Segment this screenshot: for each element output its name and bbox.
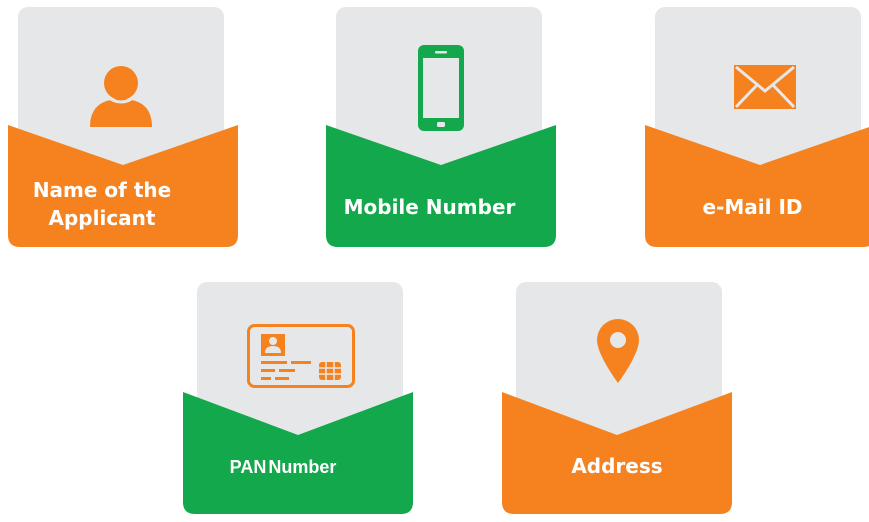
envelope-icon [734,65,796,113]
card-label: Address [571,454,663,478]
id-card-icon [247,324,355,392]
card-envelope-shape [502,282,732,514]
card-envelope-shape [183,282,413,514]
card-pan-number: PAN Number [183,282,413,522]
card-address: Address [502,282,732,522]
card-label: e-Mail ID [702,195,803,219]
card-name-of-applicant: Name of the Applicant [8,7,238,247]
card-email-id: e-Mail ID [645,7,869,247]
card-label: PAN Number [229,457,337,477]
location-pin-icon [597,319,639,387]
card-mobile-number: Mobile Number [326,7,556,247]
card-label: Mobile Number [343,195,516,219]
card-label: Name of the Applicant [32,178,172,230]
user-icon [88,62,154,131]
mobile-phone-icon [418,45,464,135]
